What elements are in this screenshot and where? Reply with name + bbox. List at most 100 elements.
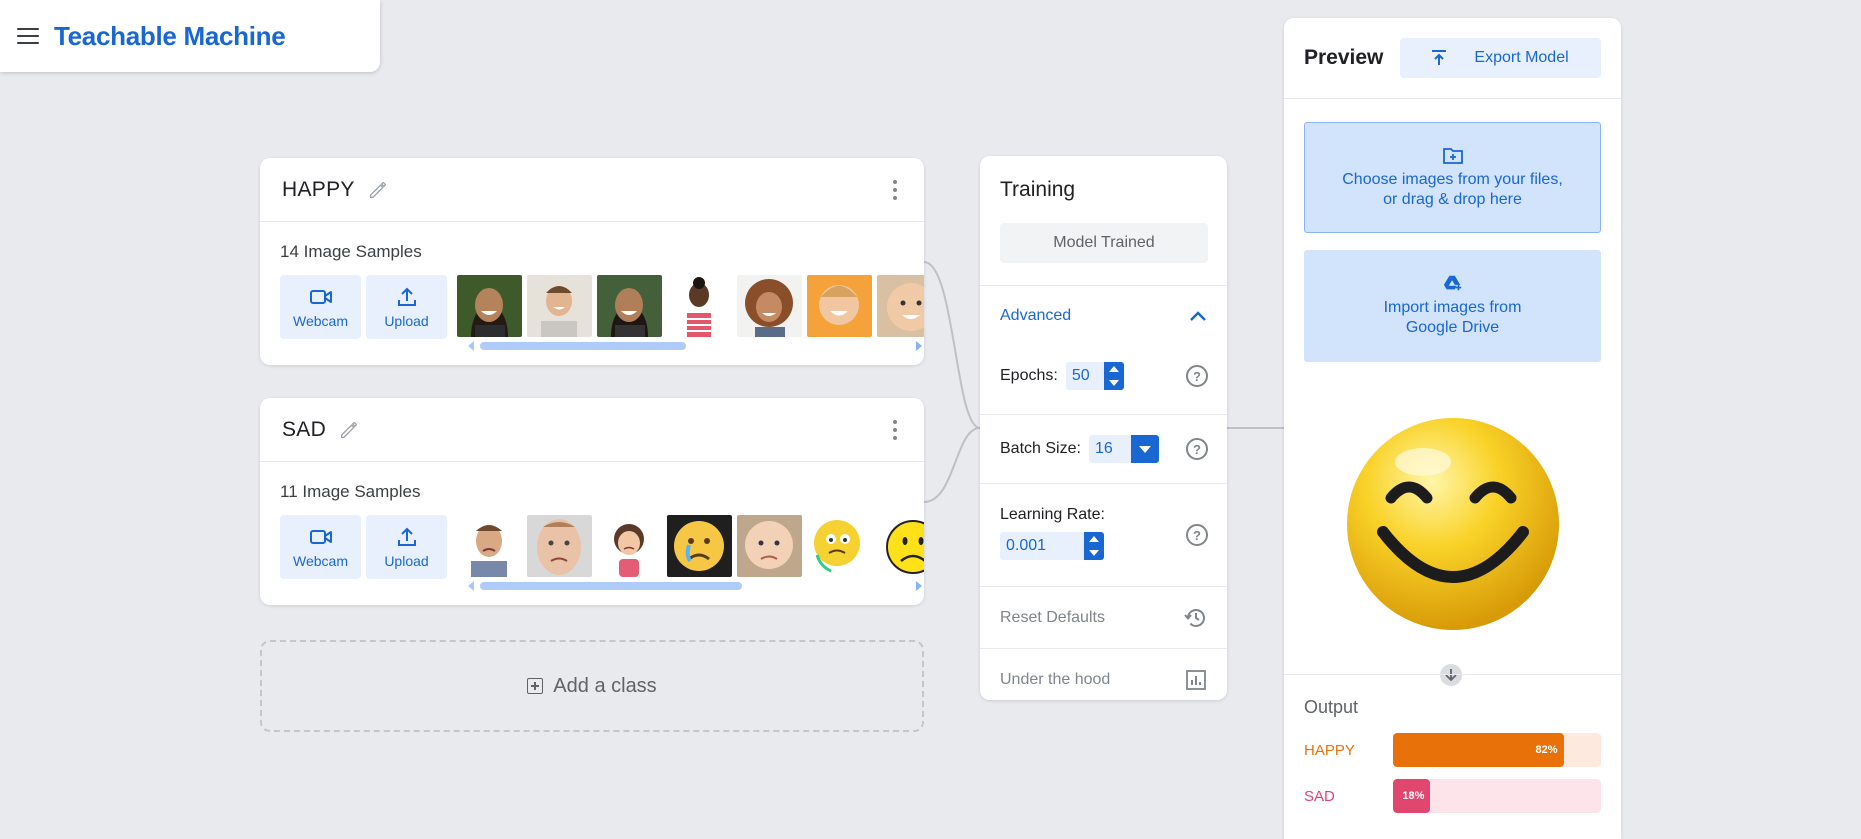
- upload-icon: [397, 527, 416, 546]
- preview-panel: Preview Export Model Choose images from …: [1284, 18, 1621, 839]
- samples-scrollbar[interactable]: [468, 339, 924, 353]
- webcam-button[interactable]: Webcam: [280, 275, 361, 339]
- sample-count: 11 Image Samples: [280, 482, 421, 501]
- class-card-header: SAD: [260, 398, 924, 462]
- webcam-button[interactable]: Webcam: [280, 515, 361, 579]
- webcam-icon: [309, 289, 332, 304]
- scroll-thumb[interactable]: [480, 342, 686, 350]
- epochs-input[interactable]: 50: [1065, 362, 1124, 390]
- upload-label: Upload: [384, 552, 429, 569]
- output-row-happy: HAPPY 82%: [1304, 733, 1601, 767]
- sample-thumbnail[interactable]: [737, 275, 802, 337]
- more-options-icon[interactable]: [892, 180, 898, 200]
- chevron-up-icon: [1190, 311, 1206, 321]
- class-card-header: HAPPY: [260, 158, 924, 222]
- step-up-icon[interactable]: [1108, 366, 1119, 372]
- samples-row: Webcam Upload: [280, 275, 924, 339]
- export-model-label: Export Model: [1474, 49, 1569, 66]
- learning-rate-label: Learning Rate:: [1000, 506, 1105, 523]
- sample-thumbnail[interactable]: [667, 515, 732, 577]
- sample-thumbnail[interactable]: [807, 515, 872, 577]
- upload-button[interactable]: Upload: [366, 515, 447, 579]
- class-card-happy: HAPPY 14 Image Samples Webcam Upload: [260, 158, 924, 365]
- folder-add-icon: [1442, 147, 1463, 164]
- confidence-bar: 18%: [1393, 779, 1601, 813]
- learning-rate-row: Learning Rate: 0.001 ?: [980, 484, 1227, 586]
- under-the-hood-label: Under the hood: [1000, 671, 1111, 688]
- output-section: Output HAPPY 82% SAD 18%: [1284, 674, 1621, 813]
- learning-rate-value[interactable]: 0.001: [1000, 537, 1084, 555]
- batch-size-label: Batch Size:: [1000, 440, 1081, 457]
- preview-title: Preview: [1304, 46, 1384, 69]
- epochs-row: Epochs: 50 ?: [980, 346, 1227, 406]
- step-down-icon[interactable]: [1108, 380, 1119, 386]
- menu-icon[interactable]: [17, 28, 39, 44]
- confidence-bar-fill: 82%: [1393, 733, 1564, 767]
- output-label: HAPPY: [1304, 741, 1355, 759]
- advanced-toggle[interactable]: Advanced: [980, 286, 1227, 346]
- scroll-right-icon[interactable]: [916, 581, 922, 591]
- step-up-icon[interactable]: [1089, 536, 1099, 542]
- bar-chart-icon: [1186, 670, 1206, 690]
- add-box-icon: [527, 678, 544, 694]
- app-header: Teachable Machine: [0, 0, 380, 72]
- app-title: Teachable Machine: [54, 20, 286, 51]
- upload-icon: [397, 287, 416, 306]
- pencil-icon[interactable]: [338, 419, 360, 441]
- sample-thumbnail[interactable]: [807, 275, 872, 337]
- training-panel: Training Model Trained Advanced Epochs: …: [980, 156, 1227, 700]
- class-card-sad: SAD 11 Image Samples Webcam Upload: [260, 398, 924, 605]
- output-row-sad: SAD 18%: [1304, 779, 1601, 813]
- class-name[interactable]: HAPPY: [282, 178, 355, 202]
- more-options-icon[interactable]: [892, 420, 898, 440]
- train-model-button[interactable]: Model Trained: [1000, 223, 1208, 263]
- training-title: Training: [1000, 178, 1076, 201]
- sample-thumbnail[interactable]: [667, 275, 732, 337]
- epochs-value[interactable]: 50: [1066, 367, 1104, 385]
- export-model-button[interactable]: Export Model: [1400, 38, 1601, 78]
- sample-count: 14 Image Samples: [280, 242, 422, 261]
- class-name[interactable]: SAD: [282, 418, 326, 442]
- dropdown-arrow-icon[interactable]: [1130, 435, 1159, 463]
- sample-thumbnail[interactable]: [527, 275, 592, 337]
- scroll-right-icon[interactable]: [916, 341, 922, 351]
- sample-thumbnail[interactable]: [597, 275, 662, 337]
- learning-rate-help-icon[interactable]: ?: [1186, 524, 1208, 546]
- batch-size-value[interactable]: 16: [1089, 440, 1131, 458]
- scroll-thumb[interactable]: [480, 582, 742, 590]
- confidence-bar: 82%: [1393, 733, 1601, 767]
- add-class-button[interactable]: Add a class: [260, 640, 924, 732]
- upload-button[interactable]: Upload: [366, 275, 447, 339]
- confidence-bar-fill: 18%: [1393, 779, 1431, 813]
- pencil-icon[interactable]: [367, 179, 389, 201]
- scroll-left-icon[interactable]: [468, 581, 474, 591]
- file-drop-zone[interactable]: Choose images from your files, or drag &…: [1304, 122, 1601, 233]
- reset-defaults-label: Reset Defaults: [1000, 608, 1105, 626]
- sample-thumbnail[interactable]: [877, 275, 924, 337]
- under-the-hood-button[interactable]: Under the hood: [980, 649, 1227, 700]
- sample-thumbnail[interactable]: [597, 515, 662, 577]
- epochs-help-icon[interactable]: ?: [1186, 365, 1208, 387]
- sample-thumbnail[interactable]: [737, 515, 802, 577]
- output-label: SAD: [1304, 787, 1335, 805]
- reset-defaults-button[interactable]: Reset Defaults: [980, 587, 1227, 648]
- sample-thumbnail[interactable]: [457, 515, 522, 577]
- samples-scrollbar[interactable]: [468, 579, 924, 593]
- sample-thumbnail[interactable]: [457, 275, 522, 337]
- batch-size-select[interactable]: 16: [1088, 435, 1159, 463]
- learning-rate-stepper[interactable]: [1084, 532, 1104, 560]
- scroll-left-icon[interactable]: [468, 341, 474, 351]
- google-drive-import-button[interactable]: Import images from Google Drive: [1304, 250, 1601, 362]
- epochs-stepper[interactable]: [1103, 362, 1124, 390]
- drive-line-2: Google Drive: [1405, 319, 1500, 336]
- step-down-icon[interactable]: [1089, 550, 1099, 556]
- batch-size-help-icon[interactable]: ?: [1186, 438, 1208, 460]
- learning-rate-input[interactable]: 0.001: [1000, 532, 1104, 560]
- upload-icon: [1432, 50, 1447, 65]
- batch-size-row: Batch Size: 16 ?: [980, 415, 1227, 483]
- epochs-label: Epochs:: [1000, 367, 1058, 384]
- google-drive-icon: [1443, 275, 1461, 291]
- sample-thumbnail[interactable]: [527, 515, 592, 577]
- sample-thumbnail[interactable]: [877, 515, 924, 577]
- preview-input-image: [1346, 418, 1559, 630]
